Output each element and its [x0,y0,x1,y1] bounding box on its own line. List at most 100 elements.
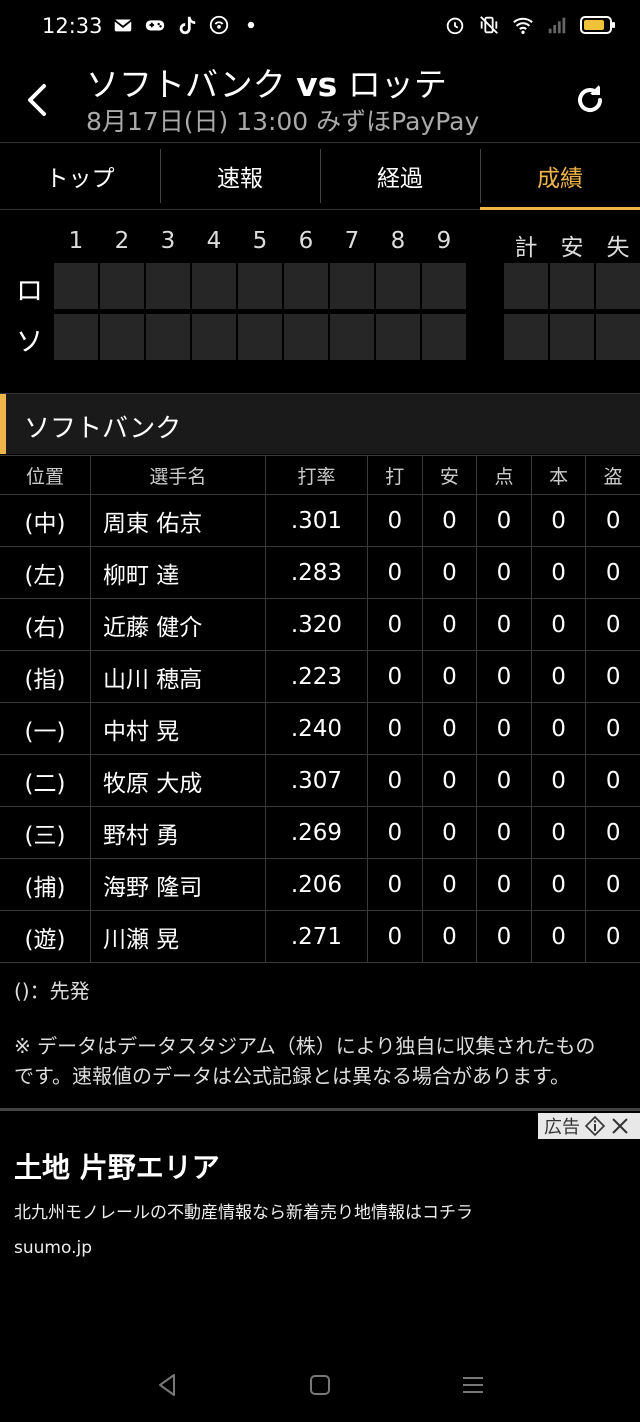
ad-badge[interactable]: 広告 [538,1113,640,1139]
at-bats: 0 [367,702,423,755]
ad-url[interactable]: suumo.jp [14,1238,92,1258]
section-accent [0,394,6,454]
table-row[interactable]: (指) 山川 穂高 .223 0 0 0 0 0 [0,650,640,703]
score-cell [284,263,328,309]
header-position: 位置 [0,455,91,495]
tab-progress[interactable]: 経過 [320,143,480,209]
mail-icon [114,19,132,32]
batting-average: .269 [264,806,369,859]
batting-average: .307 [264,754,369,807]
player-position: (右) [0,598,91,651]
ad-title[interactable]: 土地 片野エリア [14,1146,220,1186]
player-position: (左) [0,546,91,599]
table-row[interactable]: (遊) 川瀬 晃 .271 0 0 0 0 0 [0,910,640,963]
rbi: 0 [476,650,532,703]
gamepad-icon [145,20,165,31]
score-cell [376,263,420,309]
batting-average: .271 [264,910,369,963]
home-runs: 0 [530,650,587,703]
player-name[interactable]: 近藤 健介 [89,598,266,651]
player-name[interactable]: 川瀬 晃 [89,910,266,963]
wifi-icon [513,17,533,34]
inning-header-3: 3 [160,228,176,254]
scoreboard-team-1: ロ [16,276,43,307]
table-row[interactable]: (左) 柳町 達 .283 0 0 0 0 0 [0,546,640,599]
player-position: (捕) [0,858,91,911]
inning-header-9: 9 [436,228,452,254]
hits: 0 [421,650,478,703]
nav-home-icon[interactable] [305,1370,335,1400]
player-name[interactable]: 山川 穂高 [89,650,266,703]
hits: 0 [421,598,478,651]
header-hits: 安 [421,455,478,495]
title-away-team: ロッテ [347,65,447,104]
hits: 0 [421,702,478,755]
ad-label: 広告 [544,1117,580,1138]
table-row[interactable]: (捕) 海野 隆司 .206 0 0 0 0 0 [0,858,640,911]
game-datetime-venue: 8月17日(日) 13:00 みずほPayPay [86,107,480,136]
table-header-row: 位置 選手名 打率 打 安 点 本 盗 [0,455,640,495]
player-name[interactable]: 牧原 大成 [89,754,266,807]
nav-back-icon[interactable] [152,1370,182,1400]
table-row[interactable]: (一) 中村 晃 .240 0 0 0 0 0 [0,702,640,755]
inning-header-5: 5 [252,228,268,254]
hits: 0 [421,806,478,859]
inning-header-2: 2 [114,228,130,254]
batting-average: .301 [264,494,369,547]
status-bar: 12:33 [0,0,640,56]
score-cell [550,263,594,309]
table-row[interactable]: (三) 野村 勇 .269 0 0 0 0 0 [0,806,640,859]
refresh-icon[interactable] [570,80,610,120]
player-name[interactable]: 柳町 達 [89,546,266,599]
player-name[interactable]: 中村 晃 [89,702,266,755]
stolen-bases: 0 [585,702,640,755]
nav-menu-icon[interactable] [458,1370,488,1400]
hits: 0 [421,910,478,963]
at-bats: 0 [367,494,423,547]
inning-header-1: 1 [68,228,84,254]
player-name[interactable]: 海野 隆司 [89,858,266,911]
home-runs: 0 [530,754,587,807]
table-row[interactable]: (右) 近藤 健介 .320 0 0 0 0 0 [0,598,640,651]
player-name[interactable]: 周東 佑京 [89,494,266,547]
system-nav-bar [0,1346,640,1422]
home-runs: 0 [530,546,587,599]
stolen-bases: 0 [585,910,640,963]
ad-info-icon[interactable] [584,1115,606,1137]
tab-live[interactable]: 速報 [160,143,320,209]
hits: 0 [421,858,478,911]
tab-top[interactable]: トップ [0,143,160,209]
player-position: (遊) [0,910,91,963]
score-cell [376,314,420,360]
scoreboard-team-2: ソ [16,327,43,358]
vibrate-icon [480,16,498,34]
rbi: 0 [476,494,532,547]
table-row[interactable]: (中) 周東 佑京 .301 0 0 0 0 0 [0,494,640,547]
at-bats: 0 [367,650,423,703]
ad-description[interactable]: 北九州モノレールの不動産情報なら新着売り地情報はコチラ [14,1198,473,1223]
at-bats: 0 [367,806,423,859]
score-cell [422,314,466,360]
score-cell [596,314,640,360]
back-arrow-icon[interactable] [18,78,58,122]
battery-icon [580,16,615,34]
score-cell [146,263,190,309]
at-bats: 0 [367,546,423,599]
ad-close-icon[interactable] [610,1116,630,1136]
score-cell [504,314,548,360]
table-row[interactable]: (二) 牧原 大成 .307 0 0 0 0 0 [0,754,640,807]
rbi: 0 [476,910,532,963]
hits: 0 [421,754,478,807]
batting-average: .206 [264,858,369,911]
player-name[interactable]: 野村 勇 [89,806,266,859]
batting-average: .223 [264,650,369,703]
total-header-3: 失 [606,235,630,261]
stolen-bases: 0 [585,650,640,703]
stolen-bases: 0 [585,754,640,807]
title-home-team: ソフトバンク [86,65,286,104]
stolen-bases: 0 [585,494,640,547]
header-rbi: 点 [476,455,532,495]
tab-stats[interactable]: 成績 [480,143,640,210]
home-runs: 0 [530,494,587,547]
header-batting-average: 打率 [264,455,369,495]
